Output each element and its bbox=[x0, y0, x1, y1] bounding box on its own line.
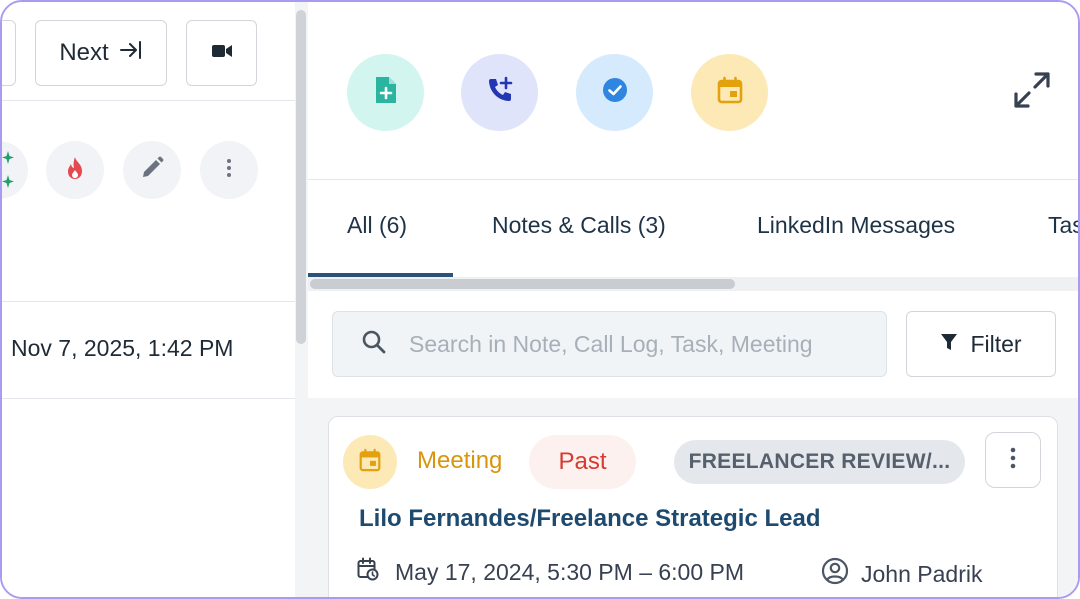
vertical-dots-icon bbox=[226, 158, 232, 183]
edit-button[interactable] bbox=[123, 141, 181, 199]
record-datetime: Nov 7, 2025, 1:42 PM bbox=[11, 335, 234, 361]
activity-owner-name: John Padrik bbox=[861, 560, 983, 587]
search-input[interactable] bbox=[409, 330, 859, 358]
search-icon bbox=[361, 329, 387, 360]
sparkle-icon bbox=[2, 149, 16, 196]
video-call-button[interactable] bbox=[186, 20, 257, 86]
phone-plus-icon bbox=[486, 76, 514, 109]
record-panel: Next Nov 7, 2025, 1:42 PM bbox=[2, 2, 295, 597]
log-call-button[interactable] bbox=[461, 54, 538, 131]
divider bbox=[2, 398, 295, 399]
add-meeting-button[interactable] bbox=[691, 54, 768, 131]
tab-linkedin-messages[interactable]: LinkedIn Messages bbox=[757, 212, 955, 239]
user-circle-icon bbox=[821, 557, 849, 591]
card-menu-button[interactable] bbox=[985, 432, 1041, 488]
more-actions-button[interactable] bbox=[200, 141, 258, 199]
tab-all[interactable]: All (6) bbox=[347, 212, 407, 239]
video-camera-icon bbox=[211, 43, 233, 64]
panel-splitter-thumb[interactable] bbox=[296, 10, 306, 344]
calendar-icon bbox=[359, 448, 381, 477]
tab-notes-calls[interactable]: Notes & Calls (3) bbox=[492, 212, 666, 239]
expand-arrows-icon bbox=[1012, 70, 1052, 115]
hot-lead-button[interactable] bbox=[46, 141, 104, 199]
search-box[interactable] bbox=[332, 311, 887, 377]
activity-type-label: Meeting bbox=[417, 447, 503, 474]
activity-title[interactable]: Lilo Fernandes/Freelance Strategic Lead bbox=[359, 505, 820, 533]
tabs-scrollbar-thumb[interactable] bbox=[310, 279, 735, 289]
meeting-type-icon bbox=[343, 435, 397, 489]
app-window: Next Nov 7, 2025, 1:42 PM All (6) Notes … bbox=[0, 0, 1080, 599]
fire-icon bbox=[65, 156, 85, 185]
vertical-dots-icon bbox=[1010, 447, 1016, 474]
pencil-icon bbox=[139, 155, 165, 186]
ai-sparkle-button[interactable] bbox=[2, 141, 28, 199]
activity-panel: All (6) Notes & Calls (3) LinkedIn Messa… bbox=[308, 2, 1078, 597]
tab-tasks[interactable]: Tas bbox=[1048, 212, 1078, 239]
check-circle-icon bbox=[601, 76, 629, 109]
filter-button[interactable]: Filter bbox=[906, 311, 1056, 377]
next-button-label: Next bbox=[59, 39, 109, 66]
add-note-button[interactable] bbox=[347, 54, 424, 131]
expand-button[interactable] bbox=[1010, 70, 1054, 114]
activity-owner: John Padrik bbox=[821, 557, 982, 591]
next-button[interactable]: Next bbox=[35, 20, 167, 86]
tag-badge: FREELANCER REVIEW/... bbox=[674, 440, 965, 484]
note-plus-icon bbox=[373, 75, 399, 110]
activity-time-range: May 17, 2024, 5:30 PM – 6:00 PM bbox=[395, 558, 745, 585]
status-badge: Past bbox=[529, 435, 636, 489]
divider bbox=[308, 179, 1078, 180]
divider bbox=[2, 100, 295, 101]
activity-feed: Meeting Past FREELANCER REVIEW/... Lilo … bbox=[308, 398, 1078, 597]
arrow-right-to-line-icon bbox=[119, 39, 143, 68]
previous-button[interactable] bbox=[2, 20, 16, 86]
funnel-icon bbox=[940, 331, 958, 358]
calendar-clock-icon bbox=[357, 557, 379, 587]
divider bbox=[2, 301, 295, 302]
activity-card[interactable]: Meeting Past FREELANCER REVIEW/... Lilo … bbox=[328, 416, 1058, 597]
calendar-icon bbox=[717, 76, 743, 109]
filter-button-label: Filter bbox=[970, 330, 1022, 357]
activity-time: May 17, 2024, 5:30 PM – 6:00 PM bbox=[357, 557, 744, 587]
add-task-button[interactable] bbox=[576, 54, 653, 131]
